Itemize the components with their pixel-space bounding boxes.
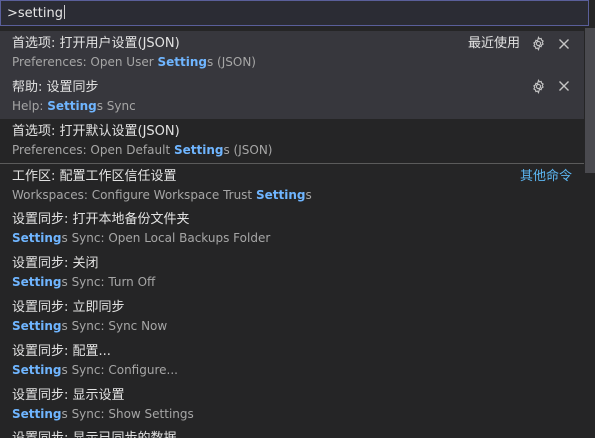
scrollbar[interactable]: [585, 28, 595, 173]
command-item-show-synced-data[interactable]: 设置同步: 显示已同步的数据: [12, 429, 177, 438]
command-item-sync-turn-off[interactable]: 设置同步: 关闭 Settings Sync: Turn Off: [0, 251, 584, 295]
item-actions: 最近使用: [468, 34, 572, 53]
command-title: 帮助: 设置同步: [12, 80, 99, 95]
command-item-open-local-backups[interactable]: 设置同步: 打开本地备份文件夹 Settings Sync: Open Loca…: [0, 207, 584, 251]
close-icon[interactable]: [556, 36, 572, 52]
command-item-configure-workspace-trust[interactable]: 工作区: 配置工作区信任设置 Workspaces: Configure Wor…: [0, 163, 584, 207]
command-item-sync-show-settings[interactable]: 设置同步: 显示设置 Settings Sync: Show Settings: [0, 383, 584, 427]
command-title: 工作区: 配置工作区信任设置: [12, 169, 177, 184]
command-input-value: >setting: [7, 6, 63, 21]
command-detail: Preferences: Open User Settings (JSON): [12, 55, 256, 69]
command-item-open-default-settings-json[interactable]: 首选项: 打开默认设置(JSON) Preferences: Open Defa…: [0, 119, 584, 163]
command-input[interactable]: >setting: [0, 0, 589, 26]
text-caret: [63, 5, 65, 19]
command-detail: Settings Sync: Open Local Backups Folder: [12, 231, 271, 245]
command-detail: Settings Sync: Sync Now: [12, 319, 168, 333]
command-detail: Preferences: Open Default Settings (JSON…: [12, 143, 273, 157]
command-palette: >setting 首选项: 打开用户设置(JSON) Preferences: …: [0, 0, 595, 438]
command-title: 设置同步: 立即同步: [12, 300, 125, 315]
gear-icon[interactable]: [530, 78, 546, 94]
command-title: 设置同步: 配置...: [12, 344, 111, 359]
item-actions: [530, 78, 572, 94]
command-title: 设置同步: 关闭: [12, 256, 99, 271]
command-detail: Workspaces: Configure Workspace Trust Se…: [12, 188, 312, 202]
other-commands-label: 其他命令: [519, 169, 572, 184]
command-detail: Settings Sync: Show Settings: [12, 407, 194, 421]
command-title: 设置同步: 显示设置: [12, 388, 125, 403]
command-title: 首选项: 打开默认设置(JSON): [12, 124, 180, 139]
command-item-help-settings-sync[interactable]: 帮助: 设置同步 Help: Settings Sync: [0, 75, 584, 119]
item-actions: 其他命令: [520, 167, 572, 186]
gear-icon[interactable]: [530, 36, 546, 52]
command-item-open-user-settings-json[interactable]: 首选项: 打开用户设置(JSON) Preferences: Open User…: [0, 31, 584, 75]
command-item-sync-configure[interactable]: 设置同步: 配置... Settings Sync: Configure...: [0, 339, 584, 383]
command-list: 首选项: 打开用户设置(JSON) Preferences: Open User…: [0, 31, 584, 427]
close-icon[interactable]: [556, 78, 572, 94]
command-item-sync-now[interactable]: 设置同步: 立即同步 Settings Sync: Sync Now: [0, 295, 584, 339]
command-detail: Help: Settings Sync: [12, 99, 136, 113]
command-detail: Settings Sync: Configure...: [12, 363, 178, 377]
command-detail: Settings Sync: Turn Off: [12, 275, 156, 289]
command-title: 设置同步: 打开本地备份文件夹: [12, 212, 190, 227]
recently-used-label: 最近使用: [467, 36, 520, 51]
